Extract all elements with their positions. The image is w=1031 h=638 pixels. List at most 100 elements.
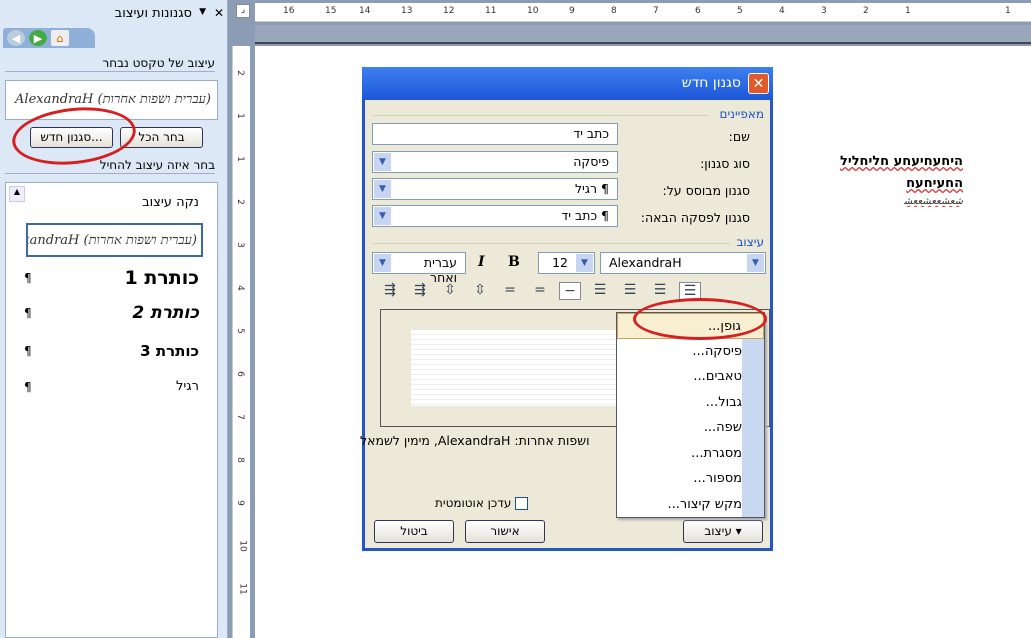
- ruler-number: 8: [234, 457, 245, 463]
- style-normal[interactable]: רגיל ¶: [24, 379, 199, 394]
- annotation-circle: [633, 298, 767, 340]
- ruler-number: 2: [863, 6, 869, 16]
- ruler-number: 3: [821, 6, 827, 16]
- ruler-number: 10: [527, 6, 539, 16]
- back-icon[interactable]: ◀: [7, 30, 25, 46]
- home-icon[interactable]: ⌂: [51, 30, 69, 46]
- font-size-select[interactable]: 12 ▼: [538, 252, 595, 274]
- task-pane-title: סגנונות ועיצוב: [114, 6, 192, 21]
- italic-button[interactable]: I: [478, 254, 485, 270]
- script-select[interactable]: עברית ואחר ▼: [372, 252, 466, 285]
- align-center-icon[interactable]: ☰: [649, 282, 671, 300]
- chevron-down-icon: ▼: [747, 254, 764, 272]
- spacing-after-icon[interactable]: ⇳: [469, 282, 491, 300]
- line-spacing-double-icon[interactable]: =: [499, 282, 521, 300]
- ruler-number: 9: [569, 6, 575, 16]
- line-spacing-single-icon[interactable]: −: [559, 282, 581, 300]
- menu-item-language[interactable]: שפה...: [617, 415, 764, 441]
- close-icon[interactable]: ✕: [214, 6, 224, 20]
- align-justify-icon[interactable]: ☰: [589, 282, 611, 300]
- based-on-label: סגנון מבוסס על:: [662, 183, 750, 198]
- styles-list: ▲ נקה עיצוב (עברית ושפות אחרות) Alexandr…: [5, 182, 218, 638]
- ruler-number: 14: [359, 6, 371, 16]
- ruler-number: 1: [234, 113, 245, 119]
- chevron-down-icon: ▼: [374, 254, 391, 272]
- paragraph-toolbar: ⇶ ⇶ ⇳ ⇳ = = − ☰ ☰ ☰ ☰: [379, 282, 701, 300]
- chevron-down-icon: ▼: [374, 207, 391, 225]
- ok-button[interactable]: אישור: [465, 520, 545, 543]
- align-left-icon[interactable]: ☰: [619, 282, 641, 300]
- pane-nav-bar: ◀ ▶ ⌂: [3, 28, 95, 48]
- menu-item-paragraph[interactable]: פיסקה...: [617, 338, 764, 364]
- increase-indent-icon[interactable]: ⇶: [409, 282, 431, 300]
- tab-selector[interactable]: ⌟: [236, 4, 250, 18]
- document-text-line: היחעחיעחע חליחליל: [840, 154, 963, 169]
- ruler-number: 10: [237, 540, 248, 552]
- vertical-ruler[interactable]: 2 1 1 2 3 4 5 6 7 8 9 10 11: [232, 46, 250, 638]
- dialog-close-button[interactable]: ✕: [748, 73, 769, 94]
- chevron-down-icon: ▼: [374, 180, 391, 198]
- bold-button[interactable]: B: [508, 254, 520, 270]
- ruler-number: 7: [234, 414, 245, 420]
- forward-icon[interactable]: ▶: [29, 30, 47, 46]
- ruler-number: 11: [485, 6, 497, 16]
- decrease-indent-icon[interactable]: ⇶: [379, 282, 401, 300]
- menu-item-numbering[interactable]: מספור...: [617, 466, 764, 492]
- format-dropdown-menu: גופן... פיסקה... טאבים... גבול... שפה...…: [616, 312, 765, 518]
- section-selected-label: עיצוב של טקסט נבחר: [5, 56, 215, 72]
- styles-task-pane: ✕ ▼ סגנונות ועיצוב ◀ ▶ ⌂ עיצוב של טקסט נ…: [0, 0, 228, 638]
- group-format-label: עיצוב: [736, 235, 764, 249]
- font-select[interactable]: AlexandraH ▼: [600, 252, 766, 274]
- scroll-up-icon[interactable]: ▲: [9, 186, 25, 202]
- name-label: שם:: [728, 129, 750, 144]
- ruler-number: 12: [443, 6, 455, 16]
- ruler-number: 5: [234, 328, 245, 334]
- cancel-button[interactable]: ביטול: [374, 520, 454, 543]
- line-spacing-1-5-icon[interactable]: =: [529, 282, 551, 300]
- document-text-line: החעיחעח: [906, 176, 963, 191]
- task-pane-header: ✕ ▼ סגנונות ועיצוב: [0, 4, 228, 28]
- spacing-before-icon[interactable]: ⇳: [439, 282, 461, 300]
- format-menu-button[interactable]: ▾ עיצוב: [683, 520, 763, 543]
- name-field[interactable]: כתב יד: [372, 123, 618, 145]
- ruler-number: 7: [653, 6, 659, 16]
- section-apply-label: בחר איזה עיצוב להחיל: [5, 158, 215, 174]
- ruler-number: 1: [1005, 6, 1011, 16]
- document-text-line: ﺷﻌﺸﻌﻌﺸﻌﻌﺸ: [903, 196, 963, 207]
- dialog-title-bar: ✕ סגנון חדש: [362, 67, 773, 100]
- ruler-number: 6: [234, 371, 245, 377]
- ruler-number: 8: [611, 6, 617, 16]
- ruler-number: 1: [234, 156, 245, 162]
- next-style-select[interactable]: ¶ כתב יד ▼: [372, 205, 618, 227]
- style-clear[interactable]: נקה עיצוב: [142, 195, 199, 210]
- pane-menu-arrow-icon[interactable]: ▼: [199, 7, 206, 17]
- menu-item-frame[interactable]: מסגרת...: [617, 440, 764, 466]
- menu-item-tabs[interactable]: טאבים...: [617, 364, 764, 390]
- based-on-select[interactable]: ¶ רגיל ▼: [372, 178, 618, 200]
- auto-update-checkbox[interactable]: עדכן אוטומטית: [435, 496, 529, 510]
- chevron-down-icon: ▼: [374, 153, 391, 171]
- ruler-number: 5: [737, 6, 743, 16]
- ruler-number: 15: [325, 6, 337, 16]
- horizontal-ruler[interactable]: 16 15 14 13 12 11 10 9 8 7 6 5 4 3 2 1 1: [255, 3, 1031, 22]
- style-heading-2[interactable]: כותרת 2 ¶: [24, 303, 199, 323]
- ruler-number: 6: [695, 6, 701, 16]
- menu-item-border[interactable]: גבול...: [617, 389, 764, 415]
- checkbox-icon[interactable]: [515, 496, 529, 510]
- style-heading-3[interactable]: כותרת 3 ¶: [24, 342, 199, 360]
- style-type-label: סוג סגנון:: [700, 156, 750, 171]
- menu-item-shortcut-key[interactable]: מקש קיצור...: [617, 491, 764, 517]
- style-alexandrah[interactable]: (עברית ושפות אחרות) AlexandraH: [26, 223, 203, 257]
- ruler-number: 2: [234, 70, 245, 76]
- chevron-down-icon: ▼: [576, 254, 593, 272]
- ruler-number: 4: [234, 285, 245, 291]
- ruler-band: [255, 25, 1031, 44]
- style-type-select[interactable]: פיסקה ▼: [372, 151, 618, 173]
- ruler-number: 2: [234, 199, 245, 205]
- ruler-number: 16: [283, 6, 295, 16]
- style-heading-1[interactable]: כותרת 1 ¶: [24, 267, 199, 289]
- ruler-number: 1: [905, 6, 911, 16]
- ruler-number: 13: [401, 6, 413, 16]
- next-style-label: סגנון לפסקה הבאה:: [640, 210, 750, 225]
- group-properties-label: מאפיינים: [719, 107, 764, 121]
